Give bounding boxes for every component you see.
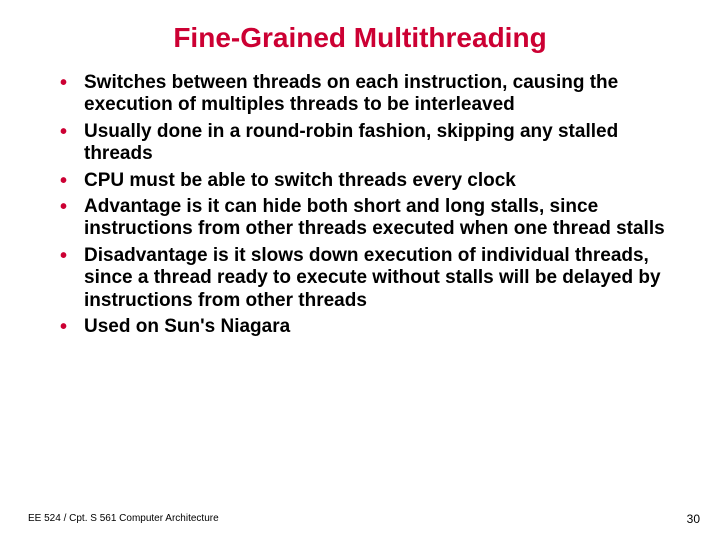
bullet-list: Switches between threads on each instruc… [58, 72, 670, 338]
list-item: Switches between threads on each instruc… [58, 72, 670, 117]
slide: Fine-Grained Multithreading Switches bet… [0, 0, 720, 540]
list-item: Advantage is it can hide both short and … [58, 196, 670, 241]
list-item: CPU must be able to switch threads every… [58, 170, 670, 192]
list-item: Disadvantage is it slows down execution … [58, 245, 670, 312]
footer-page-number: 30 [687, 512, 700, 526]
list-item: Usually done in a round-robin fashion, s… [58, 121, 670, 166]
slide-title: Fine-Grained Multithreading [0, 0, 720, 72]
list-item: Used on Sun's Niagara [58, 316, 670, 338]
slide-content: Switches between threads on each instruc… [0, 72, 720, 338]
footer-course: EE 524 / Cpt. S 561 Computer Architectur… [28, 513, 219, 524]
